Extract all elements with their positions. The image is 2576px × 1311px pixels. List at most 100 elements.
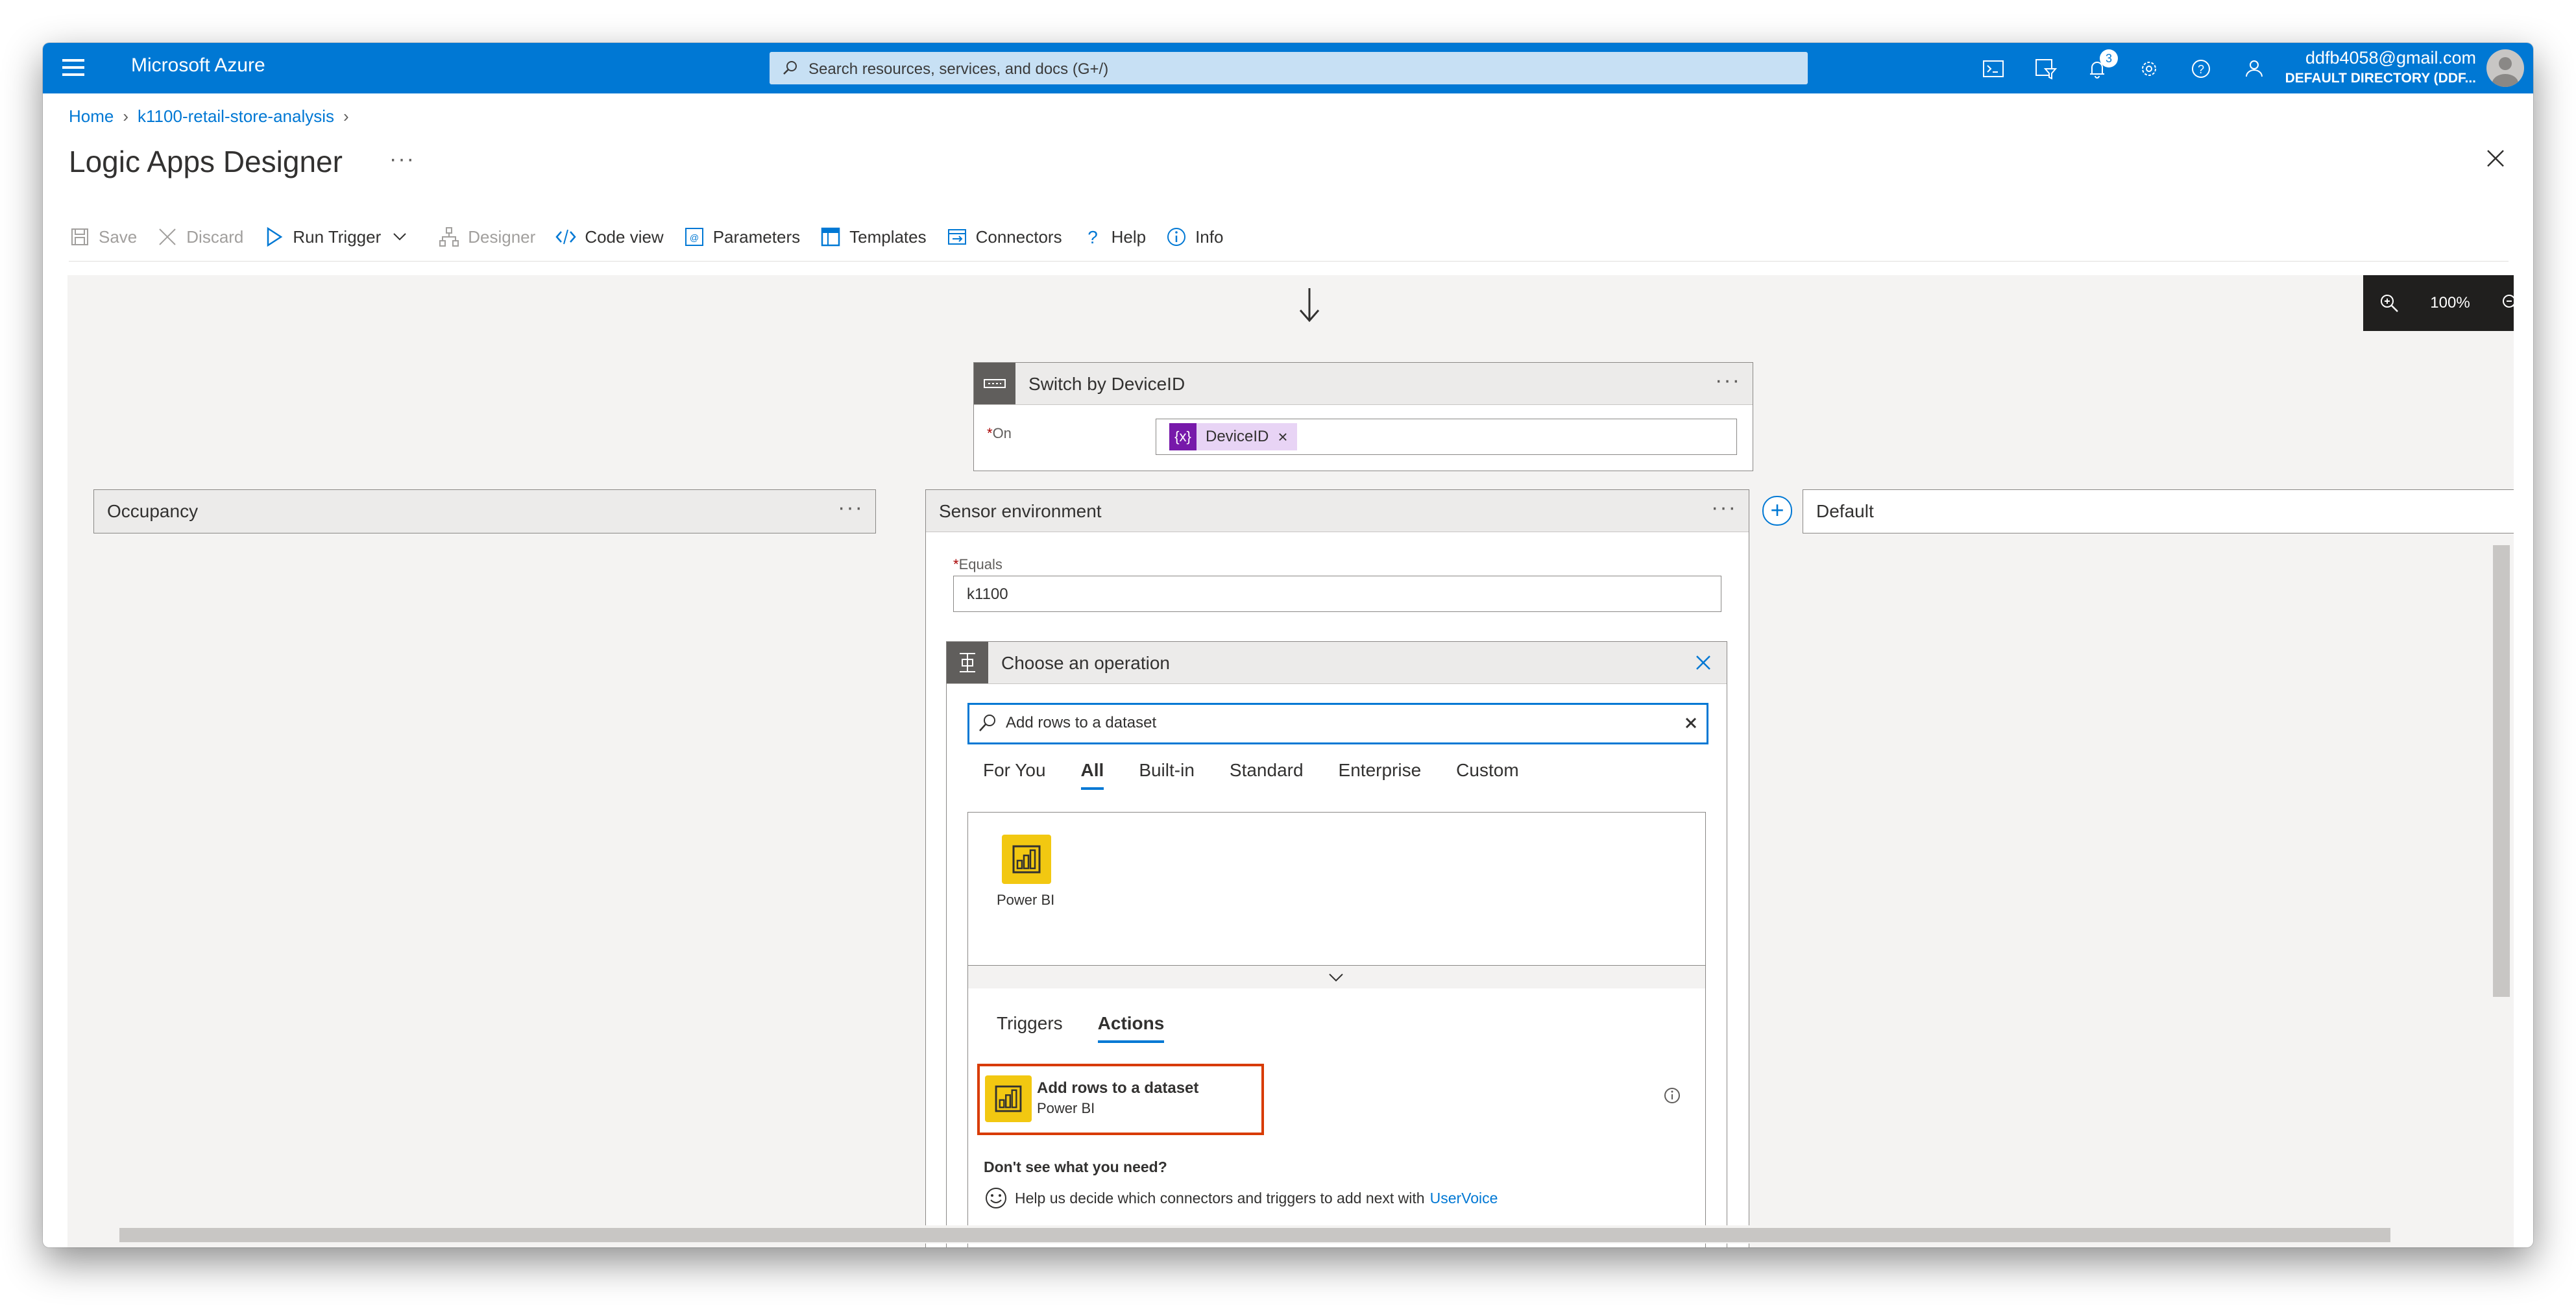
browser-window: Microsoft Azure Search resources, servic… (43, 43, 2533, 1247)
horizontal-scrollbar[interactable] (86, 1225, 2506, 1244)
tab-custom[interactable]: Custom (1456, 760, 1518, 781)
chevron-down-icon (1329, 974, 1343, 982)
svg-text:?: ? (1088, 227, 1098, 247)
power-bi-icon (995, 1085, 1022, 1112)
breadcrumb-chevron-icon: › (123, 106, 129, 126)
close-panel-icon[interactable] (1692, 651, 1715, 674)
occupancy-more-button[interactable]: ··· (838, 495, 864, 521)
tab-triggers[interactable]: Triggers (997, 1013, 1063, 1034)
equals-input[interactable]: k1100 (953, 576, 1721, 612)
breadcrumb-home[interactable]: Home (69, 106, 114, 126)
save-button[interactable]: Save (69, 226, 137, 248)
account-email: ddfb4058@gmail.com (2305, 48, 2476, 67)
choose-operation-header: Choose an operation (947, 642, 1727, 684)
uservoice-link[interactable]: UserVoice (1430, 1190, 1498, 1207)
feedback-icon[interactable] (2240, 56, 2266, 82)
search-placeholder: Search resources, services, and docs (G+… (808, 60, 1109, 78)
vertical-scrollbar[interactable] (2493, 545, 2510, 997)
operation-category-tabs: For You All Built-in Standard Enterprise… (983, 760, 1554, 790)
token-name: DeviceID (1206, 428, 1269, 445)
breadcrumb-resource[interactable]: k1100-retail-store-analysis (138, 106, 334, 126)
close-icon[interactable] (2484, 147, 2507, 170)
play-icon (267, 227, 283, 247)
connectors-label: Connectors (975, 227, 1062, 247)
help-text: Help us decide which connectors and trig… (1015, 1189, 1425, 1207)
discard-button[interactable]: Discard (156, 226, 243, 248)
directory-filter-icon[interactable] (2032, 56, 2058, 82)
templates-icon (821, 227, 840, 247)
zoom-level: 100% (2430, 294, 2470, 312)
question-icon: ? (1088, 227, 1098, 247)
deviceid-token[interactable]: {x} DeviceID × (1169, 423, 1297, 450)
discard-label: Discard (186, 227, 244, 247)
info-icon (1167, 228, 1186, 246)
templates-button[interactable]: Templates (820, 226, 927, 248)
switch-more-button[interactable]: ··· (1715, 368, 1741, 393)
token-remove-icon[interactable]: × (1278, 427, 1287, 447)
add-case-button[interactable]: + (1762, 496, 1792, 526)
action-info-icon[interactable] (1662, 1086, 1682, 1105)
tab-all[interactable]: All (1080, 760, 1104, 790)
cloud-shell-icon[interactable] (1980, 56, 2006, 82)
operation-icon (947, 642, 988, 683)
operation-search-input[interactable]: Add rows to a dataset (967, 703, 1708, 744)
zoom-in-icon[interactable] (2378, 292, 2400, 314)
case-default[interactable]: Default (1803, 489, 2514, 533)
case-occupancy[interactable]: Occupancy ··· (93, 489, 876, 533)
save-icon (71, 228, 88, 245)
global-search-input[interactable]: Search resources, services, and docs (G+… (770, 52, 1808, 84)
code-view-button[interactable]: Code view (555, 226, 664, 248)
default-title: Default (1816, 501, 1874, 521)
equals-label: *Equals (953, 556, 1002, 572)
save-label: Save (99, 227, 138, 247)
account-directory: DEFAULT DIRECTORY (DDF... (2285, 71, 2476, 86)
choose-operation-title: Choose an operation (1001, 653, 1170, 673)
info-button[interactable]: Info (1165, 226, 1223, 248)
designer-canvas[interactable]: 100% Switch by DeviceID ··· *On {x} Devi… (67, 275, 2514, 1247)
parameters-button[interactable]: @ Parameters (683, 226, 800, 248)
switch-on-field[interactable]: {x} DeviceID × (1156, 419, 1737, 455)
avatar[interactable] (2486, 49, 2524, 87)
uservoice-line: Help us decide which connectors and trig… (984, 1186, 1498, 1210)
add-rows-to-dataset-action[interactable]: Add rows to a dataset Power BI (977, 1064, 1264, 1135)
zoom-out-icon[interactable] (2500, 292, 2514, 314)
code-view-label: Code view (585, 227, 664, 247)
on-label: *On (987, 425, 1012, 441)
connector-results: Power BI (967, 812, 1706, 966)
tab-for-you[interactable]: For You (983, 760, 1046, 781)
help-button[interactable]: ? Help (1082, 226, 1146, 248)
brand-name[interactable]: Microsoft Azure (131, 55, 265, 77)
actions-results: Triggers Actions Add rows to a dataset P… (967, 988, 1706, 1247)
equals-value: k1100 (967, 585, 1008, 603)
designer-button[interactable]: Designer (438, 226, 535, 248)
account-info[interactable]: ddfb4058@gmail.com DEFAULT DIRECTORY (DD… (2285, 48, 2476, 86)
svg-text:?: ? (2198, 63, 2204, 76)
choose-operation-panel: Choose an operation Add rows to a datase… (946, 641, 1727, 1247)
power-bi-connector-label[interactable]: Power BI (997, 892, 1054, 909)
notifications-icon[interactable]: 3 (2084, 49, 2118, 82)
switch-card-header[interactable]: Switch by DeviceID ··· (974, 363, 1753, 405)
settings-gear-icon[interactable] (2136, 56, 2162, 82)
switch-card[interactable]: Switch by DeviceID ··· *On {x} DeviceID … (973, 362, 1753, 471)
sensor-card-header[interactable]: Sensor environment ··· (926, 490, 1749, 532)
menu-icon[interactable] (58, 55, 88, 82)
connectors-button[interactable]: Connectors (946, 226, 1062, 248)
run-trigger-button[interactable]: Run Trigger (263, 226, 419, 248)
breadcrumb-chevron-icon: › (343, 106, 349, 126)
tab-actions[interactable]: Actions (1097, 1013, 1164, 1043)
power-bi-connector-tile[interactable] (1002, 835, 1051, 884)
collapse-connectors-bar[interactable] (967, 965, 1706, 990)
tab-enterprise[interactable]: Enterprise (1339, 760, 1422, 781)
horizontal-scroll-thumb[interactable] (119, 1228, 2390, 1242)
tab-built-in[interactable]: Built-in (1139, 760, 1195, 781)
power-bi-icon (1012, 845, 1041, 874)
sensor-more-button[interactable]: ··· (1711, 495, 1737, 521)
title-more-button[interactable]: ··· (389, 147, 415, 172)
tab-standard[interactable]: Standard (1230, 760, 1304, 781)
azure-top-bar: Microsoft Azure Search resources, servic… (43, 43, 2533, 93)
sensor-title: Sensor environment (939, 501, 1102, 521)
help-icon[interactable]: ? (2188, 56, 2214, 82)
action-name: Add rows to a dataset (1037, 1079, 1199, 1097)
chevron-down-icon (393, 233, 406, 241)
clear-search-icon[interactable] (1684, 717, 1697, 729)
